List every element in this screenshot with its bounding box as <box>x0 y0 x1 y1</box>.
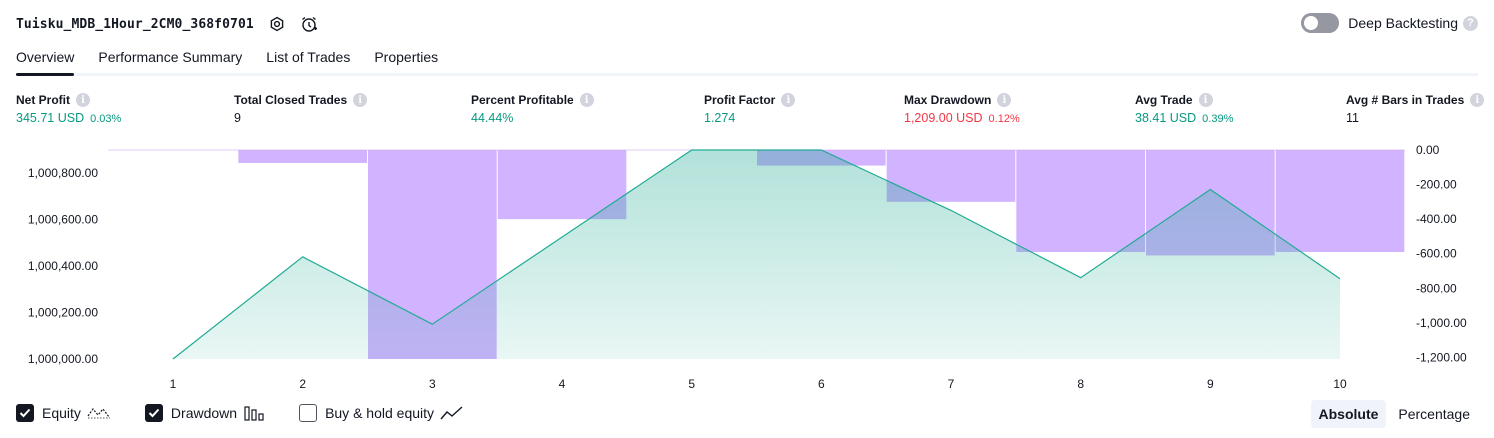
metric-avg-bars-in-trades: Avg # Bars in Trades i 11 <box>1346 93 1485 125</box>
tab-properties[interactable]: Properties <box>374 47 438 73</box>
tab-overview[interactable]: Overview <box>16 47 75 76</box>
right-axis-tick: -1,200.00 <box>1416 350 1467 364</box>
metric-percent-profitable: Percent Profitable i 44.44% <box>471 93 594 125</box>
x-axis-tick: 9 <box>1207 377 1214 391</box>
metric-value: 11 <box>1346 111 1359 125</box>
x-axis-tick: 4 <box>559 377 566 391</box>
metric-label: Net Profit <box>16 93 70 107</box>
metric-label: Avg Trade <box>1135 93 1193 107</box>
chart-legend: Equity Drawdown Buy & hold equity <box>16 404 498 422</box>
equity-drawdown-chart[interactable]: 1,000,800.00 1,000,600.00 1,000,400.00 1,00… <box>0 140 1494 398</box>
left-axis-tick: 1,000,800.00 <box>28 166 98 180</box>
gear-icon[interactable] <box>268 15 286 33</box>
x-axis-tick: 8 <box>1077 377 1084 391</box>
right-axis: 0.00 -200.00 -400.00 -600.00 -800.00 -1,000.0… <box>1416 143 1467 364</box>
metric-value: 345.71 USD <box>16 111 85 125</box>
drawdown-bar <box>1016 150 1145 252</box>
alarm-clock-icon[interactable] <box>300 15 318 33</box>
percentage-button[interactable]: Percentage <box>1390 400 1478 428</box>
legend-label: Drawdown <box>170 405 238 421</box>
legend-buy-hold[interactable]: Buy & hold equity <box>299 404 464 422</box>
right-axis-tick: -200.00 <box>1416 178 1457 192</box>
x-axis-tick: 3 <box>429 377 436 391</box>
right-axis-tick: -800.00 <box>1416 281 1457 295</box>
buy-hold-line-icon <box>440 406 464 420</box>
metric-label: Percent Profitable <box>471 93 574 107</box>
x-axis-tick: 10 <box>1333 377 1347 391</box>
deep-backtesting-label: Deep Backtesting <box>1348 15 1458 31</box>
display-mode-switch: Absolute Percentage <box>1307 400 1479 428</box>
strategy-name: Tuisku_MDB_1Hour_2CM0_368f0701 <box>16 16 254 32</box>
x-axis: 1 2 3 4 5 6 7 8 9 10 <box>170 377 1347 391</box>
deep-backtesting-control: Deep Backtesting ? <box>1301 13 1478 33</box>
metric-label: Max Drawdown <box>904 93 992 107</box>
legend-drawdown[interactable]: Drawdown <box>144 404 265 422</box>
left-axis: 1,000,800.00 1,000,600.00 1,000,400.00 1,00… <box>28 166 98 366</box>
toggle-knob <box>1304 16 1319 30</box>
left-axis-tick: 1,000,000.00 <box>28 352 98 366</box>
metric-avg-trade: Avg Trade i 38.41 USD 0.39% <box>1135 93 1233 125</box>
info-icon[interactable]: i <box>1470 93 1485 107</box>
x-axis-tick: 2 <box>299 377 306 391</box>
x-axis-tick: 7 <box>948 377 955 391</box>
metric-net-profit: Net Profit i 345.71 USD 0.03% <box>16 93 121 125</box>
left-axis-tick: 1,000,200.00 <box>28 306 98 320</box>
x-axis-tick: 5 <box>688 377 695 391</box>
metric-profit-factor: Profit Factor i 1.274 <box>704 93 796 125</box>
absolute-button[interactable]: Absolute <box>1310 400 1387 428</box>
tab-performance-summary[interactable]: Performance Summary <box>98 47 242 73</box>
right-axis-tick: 0.00 <box>1416 143 1440 157</box>
info-icon[interactable]: i <box>76 93 90 107</box>
metric-label: Profit Factor <box>704 93 776 107</box>
drawdown-bar <box>238 150 367 163</box>
deep-backtesting-toggle[interactable] <box>1301 13 1340 33</box>
x-axis-tick: 1 <box>170 377 177 391</box>
strategy-title-bar: Tuisku_MDB_1Hour_2CM0_368f0701 <box>16 14 318 34</box>
equity-checkbox[interactable] <box>16 404 34 422</box>
drawdown-bar <box>1275 150 1405 252</box>
x-axis-tick: 6 <box>818 377 825 391</box>
equity-line-icon <box>87 406 111 420</box>
tab-list-of-trades[interactable]: List of Trades <box>266 47 350 73</box>
metric-max-drawdown: Max Drawdown i 1,209.00 USD 0.12% <box>904 93 1020 125</box>
report-tabs: Overview Performance Summary List of Tra… <box>16 47 1478 76</box>
info-icon[interactable]: i <box>1198 93 1213 107</box>
help-icon[interactable]: ? <box>1463 15 1478 31</box>
metric-value: 1,209.00 USD <box>904 111 983 125</box>
info-icon[interactable]: i <box>579 93 594 107</box>
legend-label: Buy & hold equity <box>325 405 435 421</box>
metric-value: 38.41 USD <box>1135 111 1197 125</box>
info-icon[interactable]: i <box>997 93 1012 107</box>
legend-equity[interactable]: Equity <box>16 404 111 422</box>
drawdown-bars-icon <box>243 405 265 421</box>
right-axis-tick: -600.00 <box>1416 247 1457 261</box>
metric-percent: 0.03% <box>90 113 122 125</box>
right-axis-tick: -1,000.00 <box>1416 316 1467 330</box>
metric-total-closed-trades: Total Closed Trades i 9 <box>234 93 368 125</box>
metric-value: 44.44% <box>471 111 514 125</box>
metric-value: 9 <box>234 111 241 125</box>
info-icon[interactable]: i <box>781 93 796 107</box>
legend-label: Equity <box>42 405 81 421</box>
metric-label: Avg # Bars in Trades <box>1346 93 1465 107</box>
metric-value: 1.274 <box>704 111 736 125</box>
right-axis-tick: -400.00 <box>1416 212 1457 226</box>
left-axis-tick: 1,000,600.00 <box>28 213 98 227</box>
metric-percent: 0.39% <box>1202 113 1234 125</box>
metric-label: Total Closed Trades <box>234 93 348 107</box>
drawdown-checkbox[interactable] <box>144 404 163 422</box>
buy-hold-checkbox[interactable] <box>299 404 318 422</box>
metric-percent: 0.12% <box>988 113 1020 125</box>
left-axis-tick: 1,000,400.00 <box>28 259 98 273</box>
info-icon[interactable]: i <box>353 93 368 107</box>
